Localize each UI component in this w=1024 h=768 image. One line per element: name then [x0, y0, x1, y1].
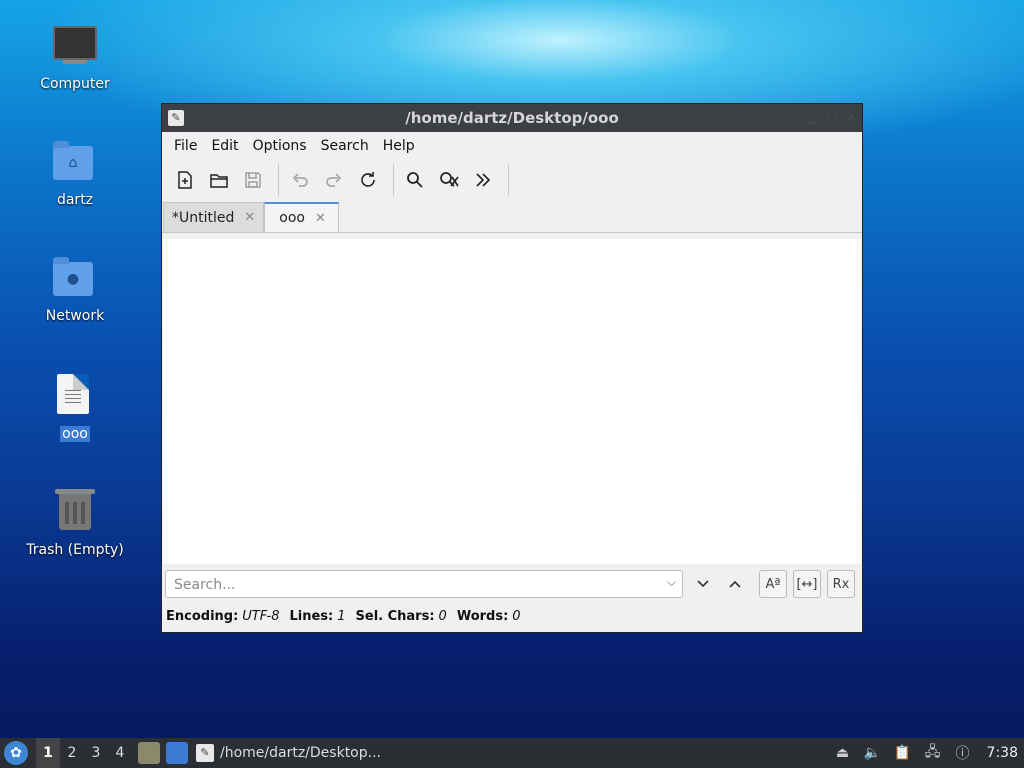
start-menu-button[interactable]: ✿ [4, 741, 28, 765]
encoding-value: UTF-8 [242, 608, 280, 624]
taskbar-window-label: /home/dartz/Desktop... [220, 745, 381, 761]
lxqt-logo-icon: ✿ [10, 745, 22, 761]
eject-icon[interactable]: ⏏ [833, 743, 853, 763]
lines-label: Lines: [289, 608, 334, 624]
home-folder-icon: ⌂ [51, 140, 99, 188]
menu-bar: File Edit Options Search Help [162, 132, 862, 160]
minimize-icon[interactable]: ▁ [808, 111, 816, 124]
find-next-button[interactable] [689, 570, 717, 598]
desktop-icon-label: Trash (Empty) [26, 542, 124, 558]
toolbar [162, 160, 862, 200]
editor-window: ✎ /home/dartz/Desktop/ooo ▁ □ ✕ File Edi… [161, 103, 863, 633]
desktop-icon-label: Computer [40, 76, 110, 92]
find-button[interactable] [400, 165, 430, 195]
search-combobox[interactable]: ⌵ [165, 570, 683, 598]
status-bar: Encoding: UTF-8 Lines: 1 Sel. Chars: 0 W… [166, 604, 531, 628]
desktop-icon-label: Network [45, 308, 105, 324]
regex-button[interactable]: Rx [827, 570, 855, 598]
replace-icon [440, 172, 459, 187]
window-titlebar[interactable]: ✎ /home/dartz/Desktop/ooo ▁ □ ✕ [162, 104, 862, 132]
app-feather-icon: ✎ [168, 110, 184, 126]
sel-chars-label: Sel. Chars: [355, 608, 435, 624]
find-previous-button[interactable] [721, 570, 749, 598]
open-button[interactable] [204, 165, 234, 195]
volume-icon[interactable]: 🔈 [863, 743, 883, 763]
menu-help[interactable]: Help [376, 138, 422, 154]
go-to-icon [476, 173, 491, 187]
menu-file[interactable]: File [167, 138, 204, 154]
network-icon[interactable]: 🖧 [923, 743, 943, 763]
chevron-down-icon[interactable]: ⌵ [667, 575, 676, 590]
notification-icon[interactable]: ⓘ [953, 743, 973, 763]
workspace-3[interactable]: 3 [84, 738, 108, 768]
clock[interactable]: 7:38 [987, 745, 1018, 761]
tab-untitled[interactable]: *Untitled ✕ [163, 202, 265, 232]
go-to-button[interactable] [468, 165, 498, 195]
find-icon [407, 172, 423, 188]
match-case-icon: Aª [765, 576, 781, 592]
tab-label: ooo [279, 210, 305, 226]
computer-icon [51, 24, 99, 72]
search-bar: ⌵ Aª [↔] Rx [165, 568, 859, 600]
workspace-2[interactable]: 2 [60, 738, 84, 768]
regex-icon: Rx [832, 576, 850, 592]
chevron-down-icon [697, 580, 709, 588]
system-tray: ⏏ 🔈 📋 🖧 ⓘ 7:38 [833, 738, 1024, 768]
text-editor-area[interactable] [163, 239, 861, 564]
show-desktop-icon[interactable] [166, 742, 188, 764]
taskbar-window-button[interactable]: ✎ /home/dartz/Desktop... [196, 744, 381, 762]
replace-button[interactable] [434, 165, 464, 195]
workspace-1[interactable]: 1 [36, 738, 60, 768]
new-file-icon [178, 171, 192, 189]
open-folder-icon [210, 174, 228, 188]
close-tab-icon[interactable]: ✕ [315, 211, 326, 226]
trash-icon [51, 489, 99, 538]
whole-word-button[interactable]: [↔] [793, 570, 821, 598]
reload-icon [361, 172, 375, 187]
clipboard-icon[interactable]: 📋 [893, 743, 913, 763]
save-button[interactable] [238, 165, 268, 195]
close-tab-icon[interactable]: ✕ [244, 210, 255, 225]
menu-options[interactable]: Options [246, 138, 314, 154]
desktop-icon-network[interactable]: ● Network [20, 256, 130, 324]
menu-search[interactable]: Search [314, 138, 376, 154]
network-folder-icon: ● [51, 256, 99, 304]
desktop-icon-computer[interactable]: Computer [20, 24, 130, 92]
tab-ooo[interactable]: ooo ✕ [264, 202, 339, 232]
words-label: Words: [456, 608, 509, 624]
chevron-up-icon [729, 580, 741, 588]
undo-icon [292, 173, 308, 187]
maximize-icon[interactable]: □ [827, 111, 837, 124]
redo-icon [326, 173, 342, 187]
encoding-label: Encoding: [166, 608, 239, 624]
window-title: /home/dartz/Desktop/ooo [405, 109, 619, 127]
lines-value: 1 [337, 608, 346, 624]
close-icon[interactable]: ✕ [847, 111, 856, 124]
taskbar: ✿ 1 2 3 4 ✎ /home/dartz/Desktop... ⏏ 🔈 📋… [0, 738, 1024, 768]
words-value: 0 [512, 608, 521, 624]
whole-word-icon: [↔] [796, 576, 818, 592]
redo-button[interactable] [319, 165, 349, 195]
menu-edit[interactable]: Edit [204, 138, 245, 154]
search-input[interactable] [172, 572, 656, 598]
undo-button[interactable] [285, 165, 315, 195]
tab-label: *Untitled [172, 209, 235, 226]
text-file-icon [51, 374, 99, 422]
desktop-icon-label: ooo [60, 426, 90, 442]
desktop-icon-ooo[interactable]: ooo [20, 374, 130, 442]
workspace-4[interactable]: 4 [108, 738, 132, 768]
app-feather-icon: ✎ [196, 744, 214, 762]
desktop-icon-label: dartz [56, 192, 94, 208]
new-file-button[interactable] [170, 165, 200, 195]
file-manager-icon[interactable] [138, 742, 160, 764]
desktop-icon-trash[interactable]: Trash (Empty) [20, 489, 130, 558]
match-case-button[interactable]: Aª [759, 570, 787, 598]
sel-chars-value: 0 [438, 608, 447, 624]
reload-button[interactable] [353, 165, 383, 195]
save-icon [245, 172, 261, 188]
desktop-icon-dartz[interactable]: ⌂ dartz [20, 140, 130, 208]
tab-bar: *Untitled ✕ ooo ✕ [162, 200, 862, 233]
